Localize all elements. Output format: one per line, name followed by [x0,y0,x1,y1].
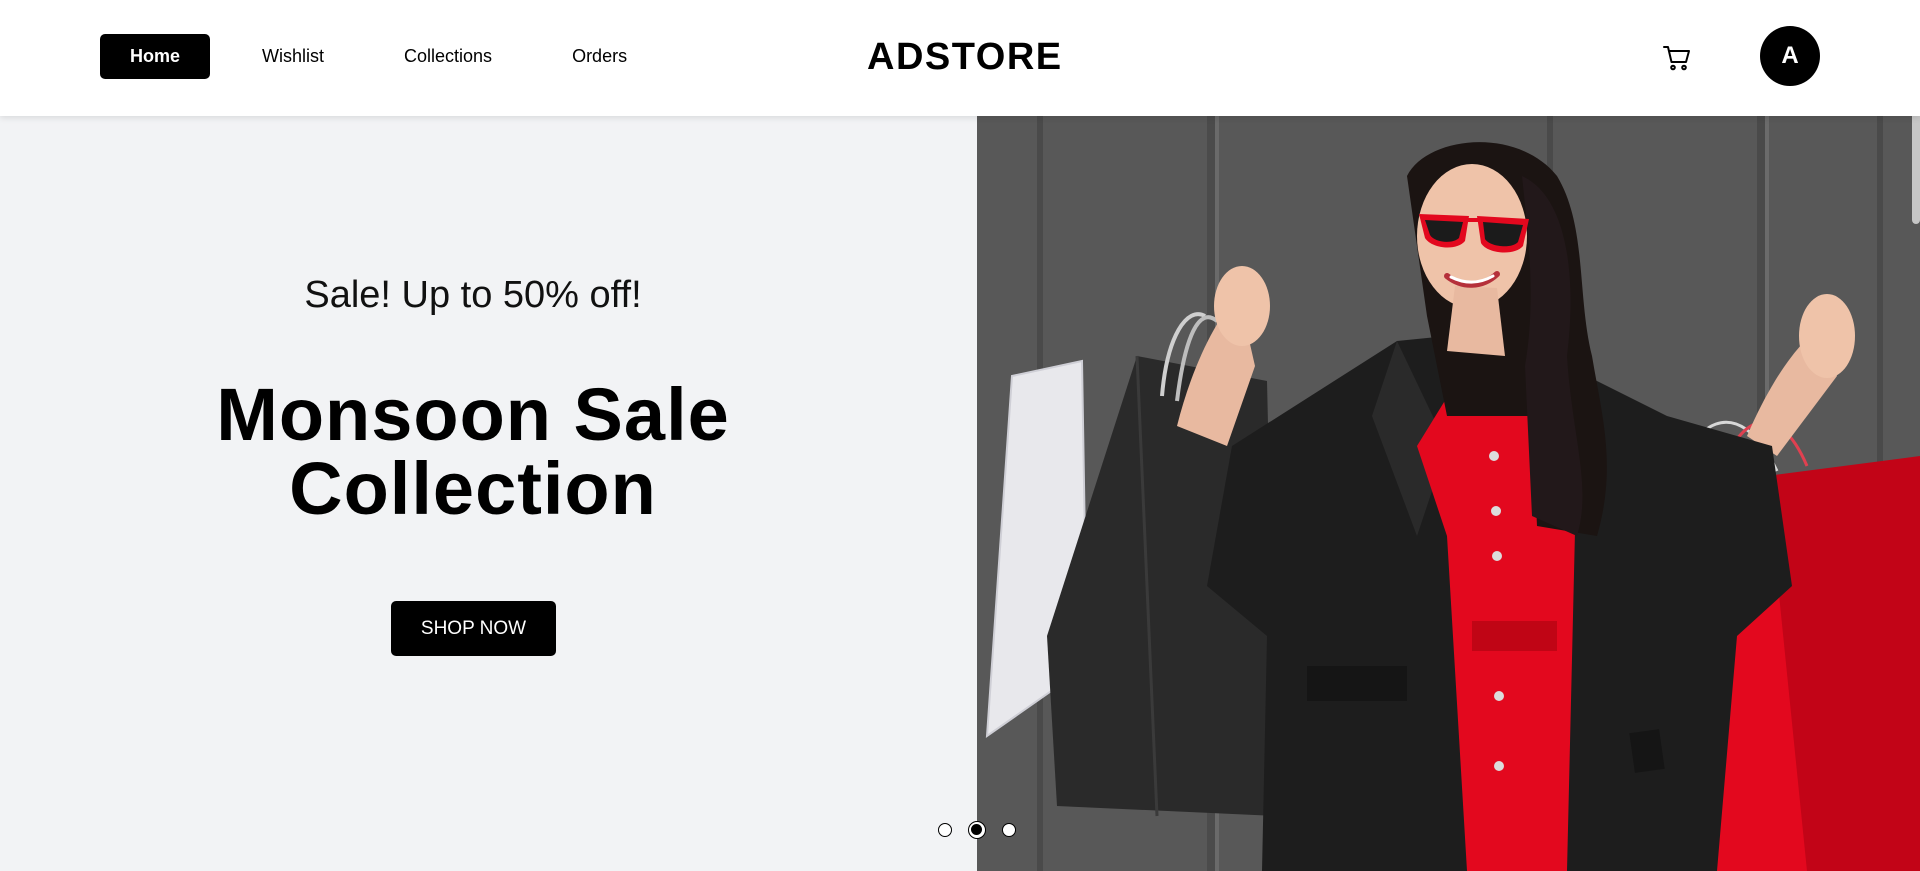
shop-now-button[interactable]: SHOP NOW [391,601,556,656]
top-navbar: Home Wishlist Collections Orders ADSTORE… [0,0,1920,116]
carousel-dot-3[interactable] [1002,823,1016,837]
cart-icon[interactable] [1662,44,1692,72]
user-avatar[interactable]: A [1760,26,1820,86]
hero-text-panel: Sale! Up to 50% off! Monsoon Sale Collec… [0,116,977,871]
carousel-dot-1[interactable] [938,823,952,837]
nav-link-collections[interactable]: Collections [376,34,520,79]
hero-headline-line2: Collection [289,447,657,530]
shopping-woman-illustration [977,116,1920,871]
hero-tagline: Sale! Up to 50% off! [304,274,642,316]
hero-image [977,116,1920,871]
brand-logo[interactable]: ADSTORE [867,36,1063,79]
hero-headline: Monsoon Sale Collection [0,378,946,526]
hero-headline-line1: Monsoon Sale [216,373,730,456]
main-nav: Home Wishlist Collections Orders [100,34,679,79]
nav-link-wishlist[interactable]: Wishlist [234,34,352,79]
hero-carousel: Sale! Up to 50% off! Monsoon Sale Collec… [0,116,1920,871]
nav-link-home[interactable]: Home [100,34,211,79]
carousel-dot-2[interactable] [968,821,986,839]
nav-link-orders[interactable]: Orders [544,34,655,79]
carousel-indicators [938,821,1032,839]
